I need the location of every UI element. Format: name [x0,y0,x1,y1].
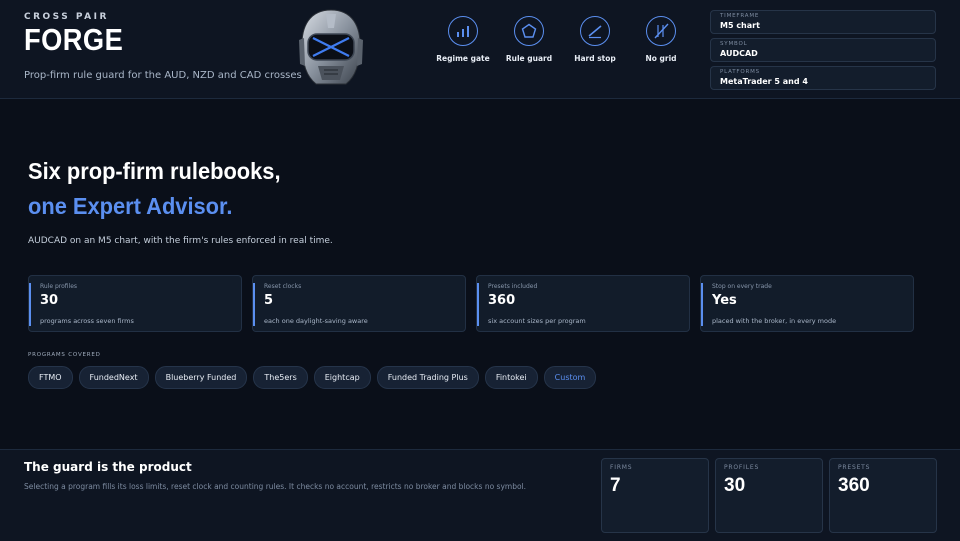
hero-headline: Six prop-firm rulebooks, [28,158,281,184]
bar-chart-icon [448,16,478,46]
pentagon-shield-icon [514,16,544,46]
chip-eightcap[interactable]: Eightcap [313,366,371,389]
footer-stat-key: FIRMS [610,464,633,471]
feature-regime-gate: Regime gate [430,16,496,63]
stat-key: Presets included [488,283,538,290]
footer-stat-value: 360 [838,475,870,496]
chip-ftmo[interactable]: FTMO [28,366,73,389]
accent-bar [29,283,31,326]
stat-card-presets: Presets included 360 six account sizes p… [476,275,690,332]
stat-desc: six account sizes per program [488,317,586,325]
footer-stat-key: PROFILES [724,464,760,471]
feature-label: Hard stop [574,54,616,63]
stat-desc: programs across seven firms [40,317,134,325]
chip-fintokei[interactable]: Fintokei [484,366,538,389]
stat-value: Yes [712,293,737,308]
footer-stat-key: PRESETS [838,464,871,471]
tagline: Prop-firm rule guard for the AUD, NZD an… [24,70,302,81]
footer-stat-value: 7 [610,475,621,496]
feature-label: No grid [645,54,677,63]
info-platforms: PLATFORMS MetaTrader 5 and 4 [710,66,936,90]
feature-list: Regime gate Rule guard Hard stop No grid [430,16,700,76]
footer-stat-firms: FIRMS 7 [601,458,709,533]
hero-subline: AUDCAD on an M5 chart, with the firm's r… [28,236,333,246]
info-key: PLATFORMS [720,69,760,75]
chip-fundednext[interactable]: FundedNext [78,366,149,389]
stat-desc: each one daylight-saving aware [264,317,368,325]
feature-rule-guard: Rule guard [496,16,562,63]
chip-custom[interactable]: Custom [543,366,597,389]
chip-the5ers[interactable]: The5ers [253,366,308,389]
footer-bar: The guard is the product Selecting a pro… [0,449,960,541]
stat-desc: placed with the broker, in every mode [712,317,837,325]
eyebrow-label: CROSS PAIR [24,12,109,22]
info-timeframe: TIMEFRAME M5 chart [710,10,936,34]
header-bar: CROSS PAIR FORGE Prop-firm rule guard fo… [0,0,960,99]
stat-key: Stop on every trade [712,283,772,290]
footer-stat-value: 30 [724,475,746,496]
info-value: AUDCAD [720,49,758,58]
program-chip-list: FTMO FundedNext Blueberry Funded The5ers… [28,366,597,389]
stat-card-rule-profiles: Rule profiles 30 programs across seven f… [28,275,242,332]
feature-label: Regime gate [436,54,490,63]
helmet-logo [299,9,363,85]
stat-card-stop: Stop on every trade Yes placed with the … [700,275,914,332]
stat-key: Rule profiles [40,283,78,290]
footer-title: The guard is the product [24,460,192,474]
footer-text: Selecting a program fills its loss limit… [24,482,527,491]
stat-key: Reset clocks [264,283,302,290]
brand-title: FORGE [24,22,124,57]
chip-blueberry-funded[interactable]: Blueberry Funded [154,366,248,389]
footer-stat-presets: PRESETS 360 [829,458,937,533]
feature-label: Rule guard [505,54,553,63]
accent-bar [477,283,479,326]
stat-value: 30 [40,293,59,308]
accent-bar [701,283,703,326]
slash-line-icon [580,16,610,46]
stat-value: 5 [264,293,274,308]
hero-headline-accent: one Expert Advisor. [28,193,233,219]
chip-funded-trading-plus[interactable]: Funded Trading Plus [376,366,479,389]
info-key: SYMBOL [720,41,748,47]
no-grid-icon [646,16,676,46]
stat-card-reset-clocks: Reset clocks 5 each one daylight-saving … [252,275,466,332]
feature-hard-stop: Hard stop [562,16,628,63]
stat-value: 360 [488,293,516,308]
accent-bar [253,283,255,326]
info-key: TIMEFRAME [720,13,760,19]
info-symbol: SYMBOL AUDCAD [710,38,936,62]
info-value: MetaTrader 5 and 4 [720,77,808,86]
info-value: M5 chart [720,21,760,30]
feature-no-grid: No grid [628,16,694,63]
footer-stat-profiles: PROFILES 30 [715,458,823,533]
programs-label: PROGRAMS COVERED [28,352,101,358]
